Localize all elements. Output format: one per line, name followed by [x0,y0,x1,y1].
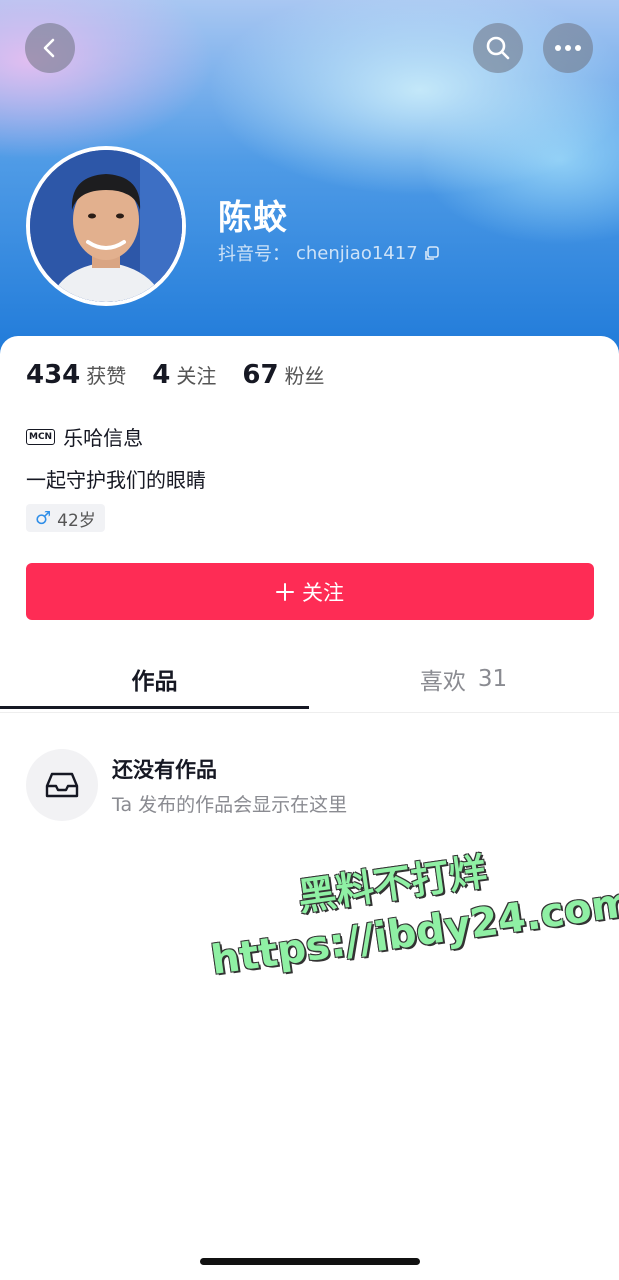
stat-followers[interactable]: 67 粉丝 [242,360,324,390]
mcn-label: 乐哈信息 [63,426,144,450]
profile-name: 陈蛟 [218,198,288,238]
more-dots-icon [555,45,581,51]
home-indicator[interactable] [200,1258,420,1265]
avatar[interactable] [26,146,186,306]
male-icon: ♂ [35,507,52,529]
stat-value: 67 [242,360,279,390]
follow-button[interactable]: 关注 [26,563,594,620]
inbox-icon [45,772,79,798]
age-label: 42岁 [57,510,96,531]
tab-active-indicator [0,706,309,709]
stat-likes[interactable]: 434 获赞 [26,360,126,390]
plus-icon [276,582,294,601]
douyin-id-row[interactable]: 抖音号： chenjiao1417 [218,240,439,266]
tab-works[interactable]: 作品 [0,646,309,712]
mcn-icon: MCN [26,428,56,445]
chevron-left-icon [43,38,55,58]
stat-label: 粉丝 [284,364,325,388]
tab-label: 喜欢 [419,669,466,695]
stat-label: 关注 [176,364,217,388]
stat-following[interactable]: 4 关注 [152,360,216,390]
tab-likes[interactable]: 喜欢 31 [309,646,618,712]
copy-icon[interactable] [424,245,439,261]
profile-card: 434 获赞 4 关注 67 粉丝 MCN 乐哈信息 一起守护我们的眼睛 ♂ 4… [0,336,619,1280]
tab-label: 作品 [131,669,178,695]
douyin-id-value: chenjiao1417 [296,242,418,264]
follow-button-label: 关注 [302,580,344,605]
stats-row: 434 获赞 4 关注 67 粉丝 [26,360,351,390]
tab-count: 31 [477,666,508,692]
mcn-row[interactable]: MCN 乐哈信息 [26,422,143,451]
douyin-id-label: 抖音号： [218,244,290,265]
more-button[interactable] [543,23,593,73]
empty-state-icon-wrap [26,749,98,821]
stat-value: 4 [152,360,171,390]
bio-text: 一起守护我们的眼睛 [26,468,206,492]
back-button[interactable] [25,23,75,73]
age-tag: ♂ 42岁 [26,504,105,532]
avatar-portrait [30,150,182,302]
search-icon [486,36,510,60]
stat-label: 获赞 [86,364,127,388]
search-button[interactable] [473,23,523,73]
content-tabs: 作品 喜欢 31 [0,646,619,713]
empty-state-title: 还没有作品 [112,758,217,782]
stat-value: 434 [26,360,81,390]
empty-state-subtitle: Ta 发布的作品会显示在这里 [112,794,348,816]
